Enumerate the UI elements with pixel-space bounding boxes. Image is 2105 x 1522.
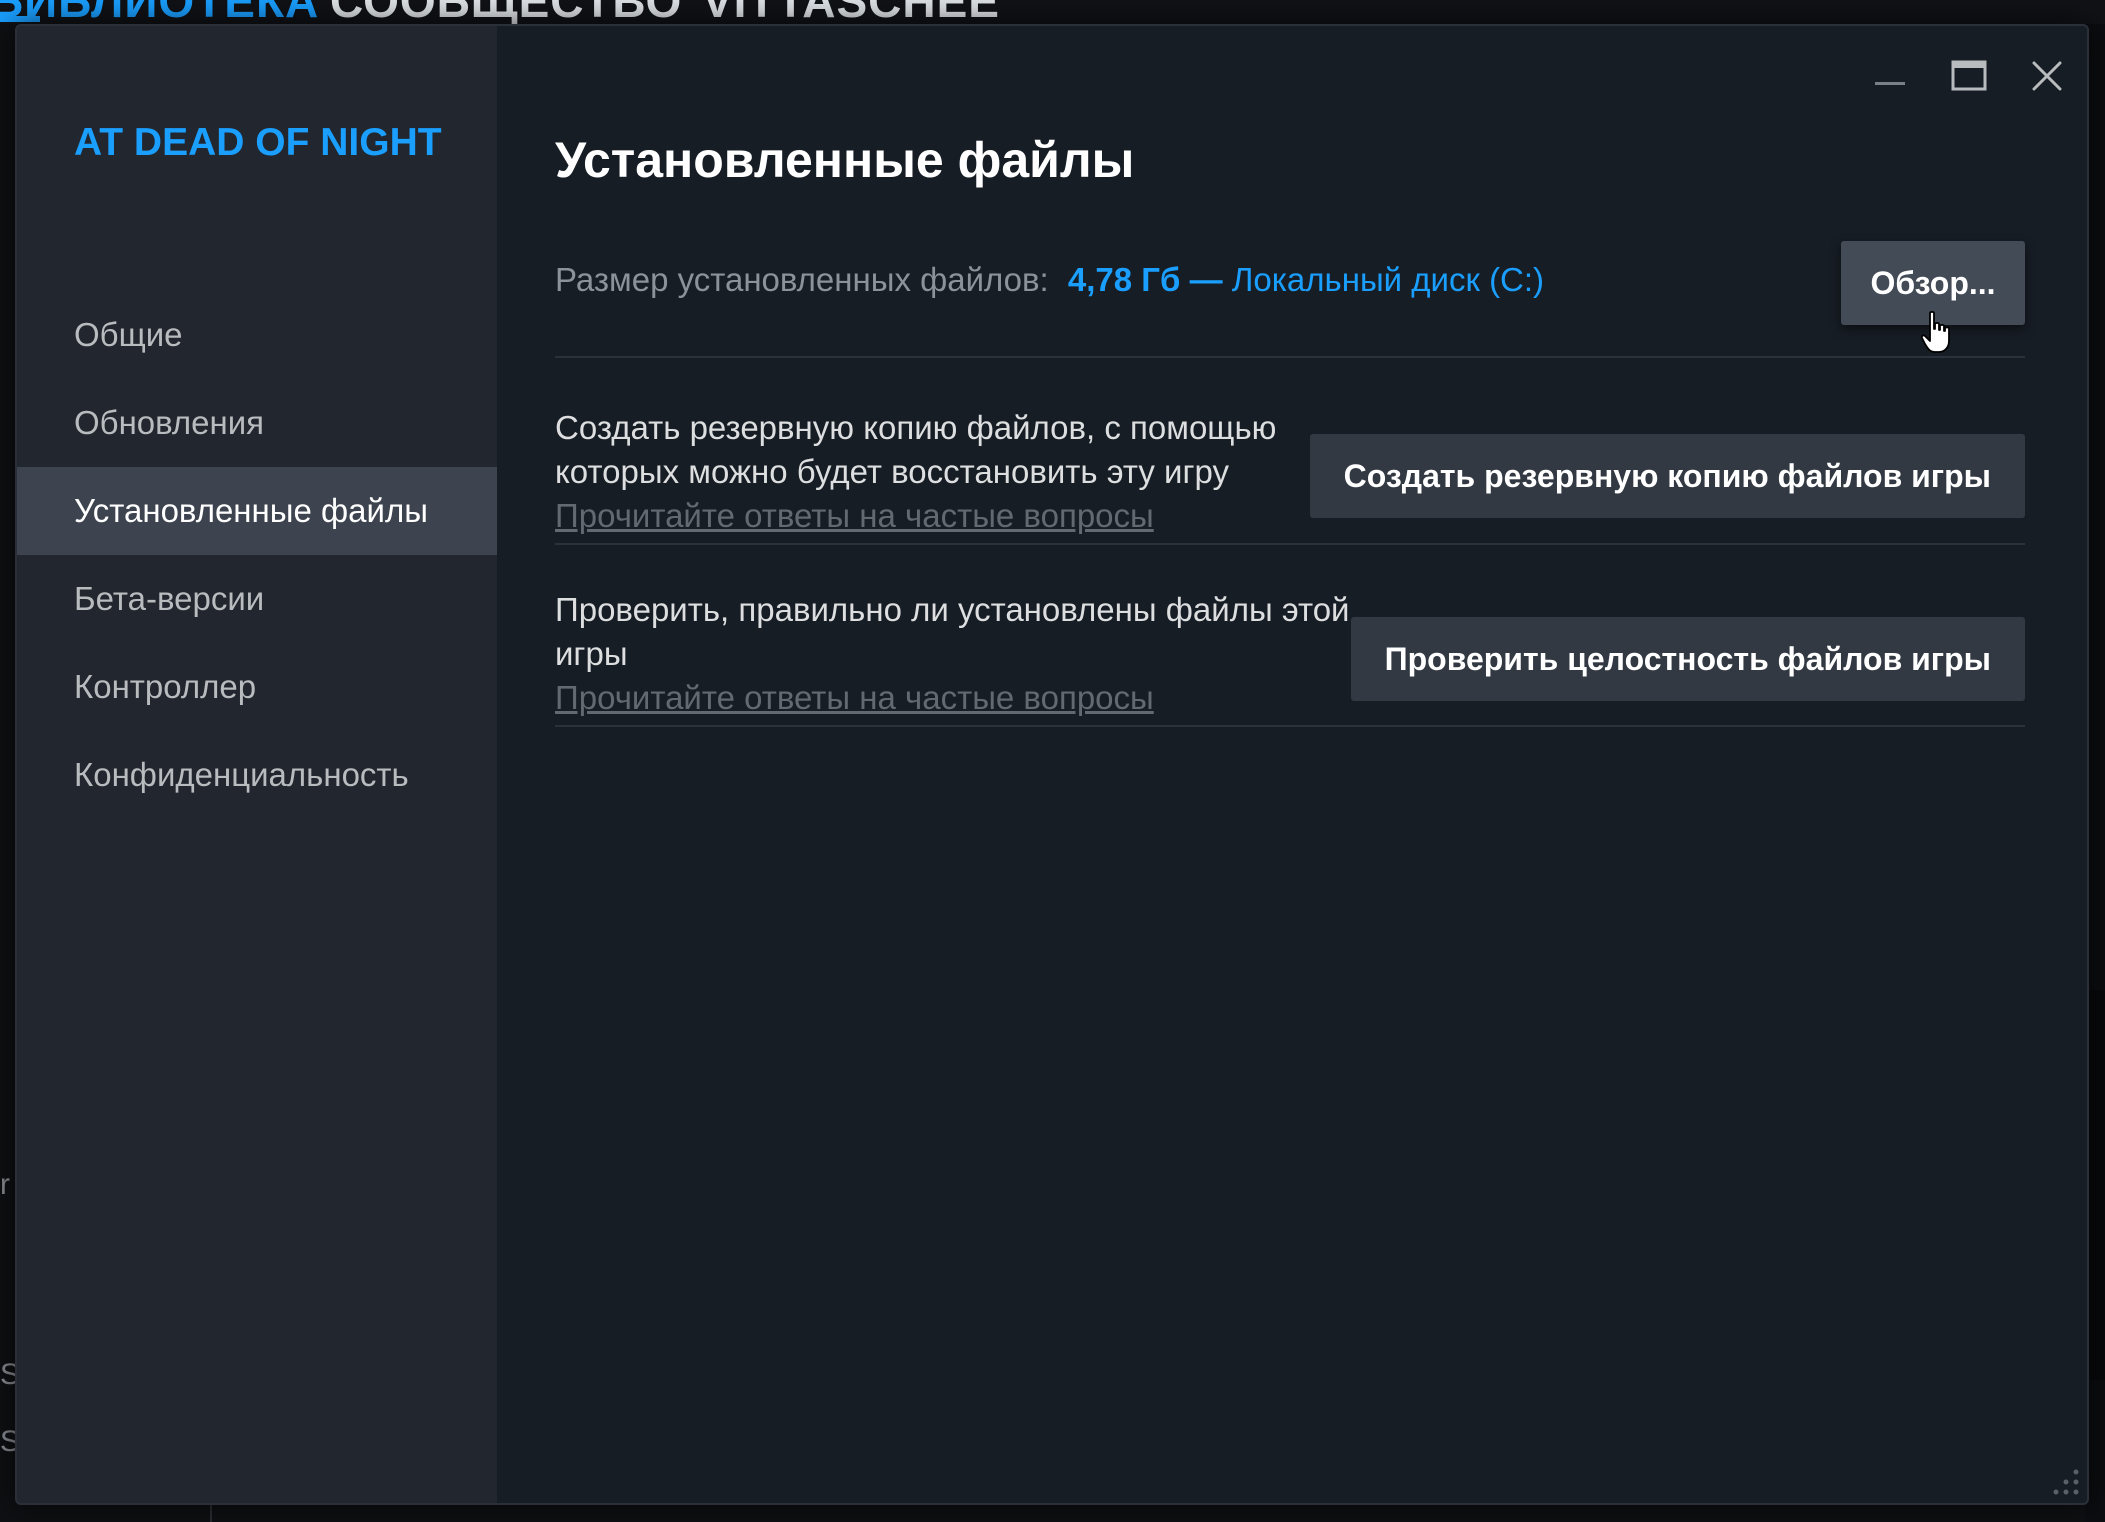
- bg-tab-profile[interactable]: VITTASCHEE: [702, 0, 1000, 24]
- verify-faq-link[interactable]: Прочитайте ответы на частые вопросы: [555, 676, 1355, 720]
- backup-description-block: Создать резервную копию файлов, с помощь…: [555, 406, 1355, 538]
- game-title: AT DEAD OF NIGHT: [74, 121, 442, 164]
- bg-tab-active-underline: [0, 16, 40, 22]
- backup-faq-link[interactable]: Прочитайте ответы на частые вопросы: [555, 494, 1355, 538]
- close-button[interactable]: [2017, 46, 2077, 106]
- sidebar-item-updates[interactable]: Обновления: [17, 379, 497, 467]
- install-size-label: Размер установленных файлов:: [555, 261, 1049, 298]
- backup-description: Создать резервную копию файлов, с помощь…: [555, 409, 1277, 490]
- verify-integrity-button[interactable]: Проверить целостность файлов игры: [1350, 617, 2025, 701]
- sidebar-item-betas[interactable]: Бета-версии: [17, 555, 497, 643]
- section-divider: [555, 725, 2025, 727]
- properties-sidebar: AT DEAD OF NIGHT Общие Обновления Устано…: [17, 26, 497, 1503]
- bg-tab-community[interactable]: СООБЩЕСТВО: [330, 0, 682, 24]
- verify-row: Проверить, правильно ли установлены файл…: [555, 588, 2025, 748]
- sidebar-item-installed-files[interactable]: Установленные файлы: [17, 467, 497, 555]
- install-size-info: Размер установленных файлов: 4,78 Гб — Л…: [555, 261, 1544, 299]
- verify-description: Проверить, правильно ли установлены файл…: [555, 591, 1350, 672]
- install-size-row: Размер установленных файлов: 4,78 Гб — Л…: [555, 241, 2025, 353]
- close-icon: [2032, 61, 2062, 91]
- sidebar-item-general[interactable]: Общие: [17, 291, 497, 379]
- background-top-nav: БИБЛИОТЕКА СООБЩЕСТВО VITTASCHEE: [0, 0, 2105, 24]
- resize-grip-icon[interactable]: [2047, 1463, 2081, 1497]
- bg-tab-library[interactable]: БИБЛИОТЕКА: [0, 0, 319, 24]
- installed-files-panel: Установленные файлы Размер установленных…: [555, 26, 2025, 1503]
- page-title: Установленные файлы: [555, 132, 1135, 188]
- game-properties-dialog: AT DEAD OF NIGHT Общие Обновления Устано…: [15, 24, 2089, 1505]
- backup-files-button[interactable]: Создать резервную копию файлов игры: [1309, 434, 2025, 518]
- browse-button[interactable]: Обзор...: [1841, 241, 2025, 325]
- install-disk-label: Локальный диск (C:): [1231, 261, 1545, 298]
- backup-row: Создать резервную копию файлов, с помощь…: [555, 406, 2025, 566]
- install-size-value: 4,78 Гб: [1067, 261, 1181, 298]
- install-size-separator: —: [1189, 261, 1223, 298]
- bg-left-fragment: r: [0, 1168, 10, 1201]
- sidebar-item-privacy[interactable]: Конфиденциальность: [17, 731, 497, 819]
- section-divider: [555, 543, 2025, 545]
- properties-nav: Общие Обновления Установленные файлы Бет…: [17, 291, 497, 819]
- sidebar-item-controller[interactable]: Контроллер: [17, 643, 497, 731]
- section-divider: [555, 356, 2025, 358]
- verify-description-block: Проверить, правильно ли установлены файл…: [555, 588, 1355, 720]
